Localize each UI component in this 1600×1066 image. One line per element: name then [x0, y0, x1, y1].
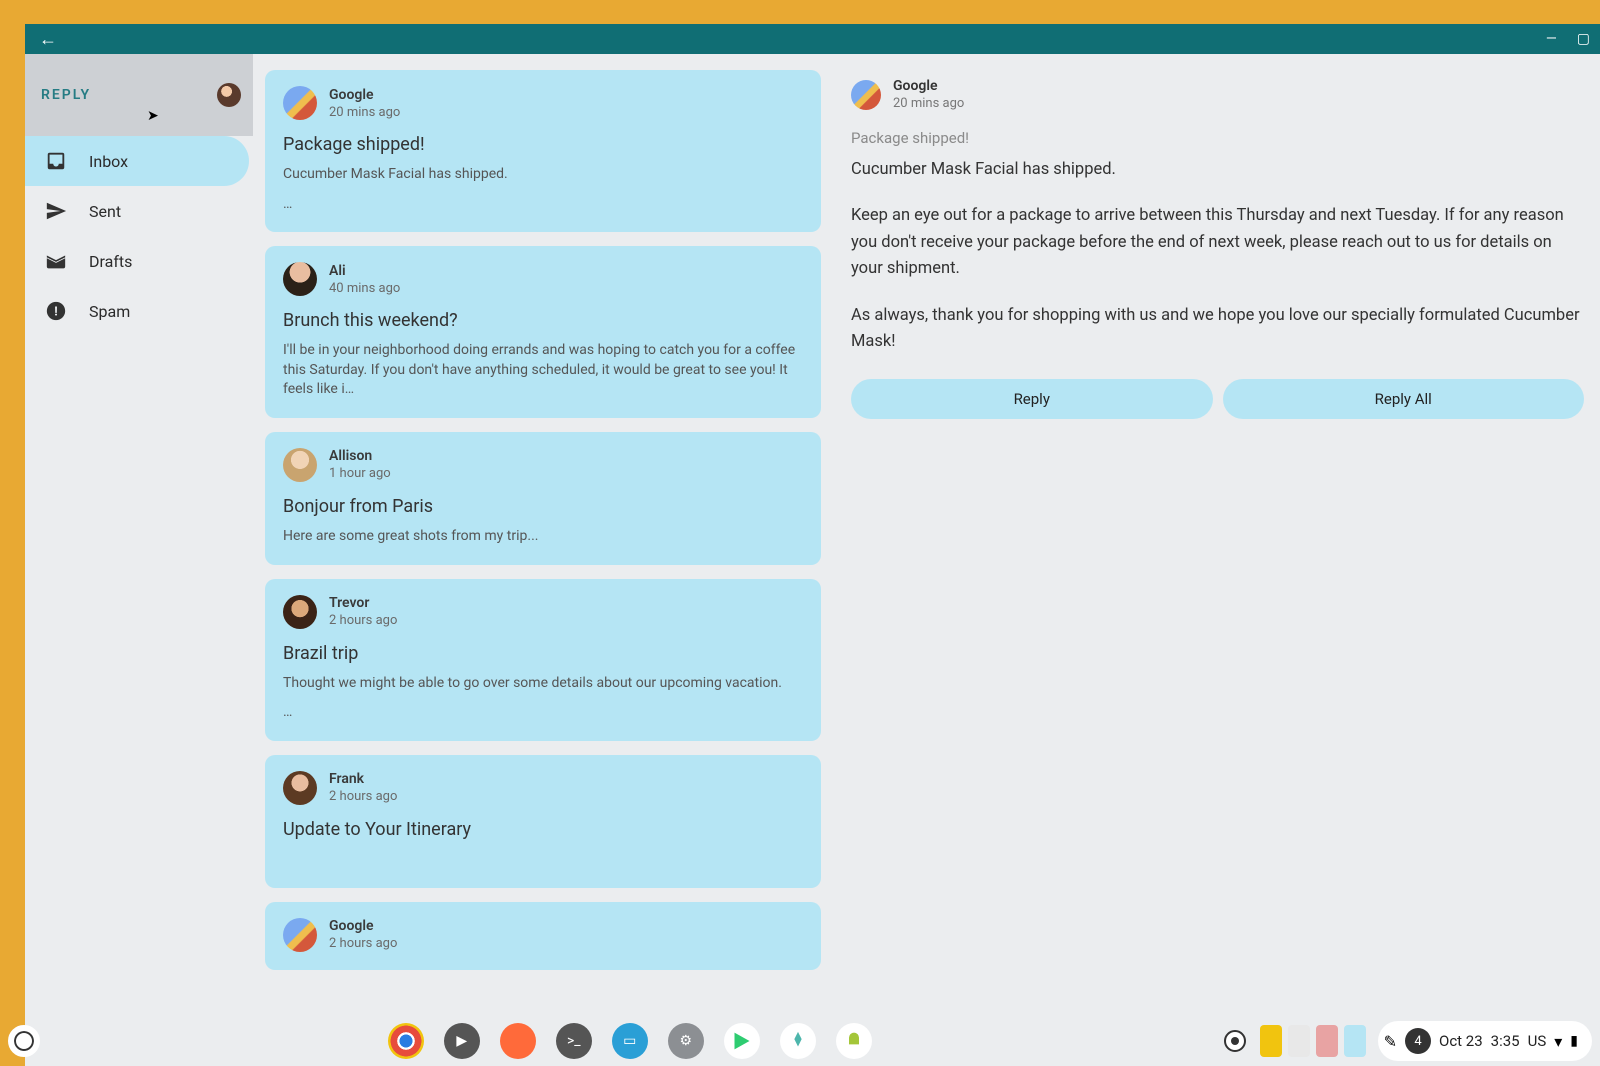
sender-avatar-icon — [283, 86, 317, 120]
message-preview: Cucumber Mask Facial has shipped. — [283, 165, 803, 185]
detail-subject: Package shipped! — [851, 129, 1584, 147]
sidebar-item-label: Drafts — [89, 252, 132, 271]
user-avatar[interactable] — [217, 83, 241, 107]
message-more: … — [283, 703, 803, 723]
app-title: REPLY — [41, 87, 91, 103]
message-preview: Thought we might be able to go over some… — [283, 674, 803, 694]
app-window: ← — ▢ REPLY ➤ Inbox Sent Drafts — [25, 24, 1600, 1066]
detail-body: Cucumber Mask Facial has shipped. Keep a… — [851, 157, 1584, 355]
taskbar-terminal-icon[interactable]: >_ — [556, 1023, 592, 1059]
message-card[interactable]: Google 2 hours ago — [265, 902, 821, 970]
record-icon[interactable] — [1224, 1030, 1246, 1052]
back-arrow-icon[interactable]: ← — [39, 29, 57, 50]
message-subject: Brazil trip — [283, 643, 803, 664]
sender-name: Ali — [329, 263, 400, 279]
svg-text:!: ! — [54, 305, 57, 320]
tray-locale: US — [1528, 1032, 1547, 1050]
detail-avatar-icon — [851, 80, 881, 110]
message-subject: Brunch this weekend? — [283, 310, 803, 331]
sidebar: REPLY ➤ Inbox Sent Drafts ! Spam — [25, 54, 253, 1066]
message-detail: Google 20 mins ago Package shipped! Cucu… — [833, 54, 1600, 1066]
message-time: 20 mins ago — [329, 105, 400, 120]
taskbar-files-icon[interactable]: ▭ — [612, 1023, 648, 1059]
message-card[interactable]: Google 20 mins ago Package shipped! Cucu… — [265, 70, 821, 232]
sender-avatar-icon — [283, 595, 317, 629]
tray-time: 3:35 — [1491, 1032, 1520, 1050]
detail-paragraph: Keep an eye out for a package to arrive … — [851, 203, 1584, 282]
message-card[interactable]: Allison 1 hour ago Bonjour from Paris He… — [265, 432, 821, 565]
window-titlebar: ← — ▢ — [25, 24, 1600, 54]
sidebar-header: REPLY ➤ — [25, 54, 253, 136]
system-tray[interactable]: ✎ 4 Oct 23 3:35 US ▾ ▮ — [1378, 1021, 1592, 1061]
message-card[interactable]: Frank 2 hours ago Update to Your Itinera… — [265, 755, 821, 888]
sidebar-item-label: Sent — [89, 202, 121, 221]
sender-name: Google — [329, 918, 397, 934]
sender-name: Frank — [329, 771, 397, 787]
taskbar: ▶ >_ ▭ ⚙ ✎ 4 Oct 23 3:35 US ▾ ▮ — [0, 1016, 1600, 1066]
message-subject: Update to Your Itinerary — [283, 819, 803, 840]
taskbar-settings-icon[interactable]: ⚙ — [668, 1023, 704, 1059]
sender-avatar-icon — [283, 262, 317, 296]
launcher-button[interactable] — [8, 1025, 40, 1057]
message-list[interactable]: Google 20 mins ago Package shipped! Cucu… — [253, 54, 833, 1066]
sidebar-item-label: Inbox — [89, 152, 128, 171]
taskbar-window-previews[interactable] — [1260, 1025, 1366, 1057]
message-subject: Bonjour from Paris — [283, 496, 803, 517]
taskbar-chrome-icon[interactable] — [388, 1023, 424, 1059]
message-time: 2 hours ago — [329, 789, 397, 804]
message-card[interactable]: Ali 40 mins ago Brunch this weekend? I'l… — [265, 246, 821, 418]
pen-icon[interactable]: ✎ — [1384, 1032, 1397, 1051]
wifi-icon: ▾ — [1554, 1032, 1562, 1051]
reply-button[interactable]: Reply — [851, 379, 1213, 419]
sender-name: Trevor — [329, 595, 397, 611]
message-preview: Here are some great shots from my trip..… — [283, 527, 803, 547]
send-icon — [45, 200, 67, 222]
reply-all-button[interactable]: Reply All — [1223, 379, 1585, 419]
notification-count[interactable]: 4 — [1405, 1028, 1431, 1054]
taskbar-youtube-icon[interactable]: ▶ — [444, 1023, 480, 1059]
sender-name: Google — [329, 87, 400, 103]
message-time: 1 hour ago — [329, 466, 391, 481]
minimize-button[interactable]: — — [1546, 31, 1557, 47]
battery-icon: ▮ — [1570, 1033, 1578, 1049]
sidebar-item-spam[interactable]: ! Spam — [25, 286, 249, 336]
message-time: 2 hours ago — [329, 613, 397, 628]
detail-sender: Google — [893, 78, 964, 94]
inbox-icon — [45, 150, 67, 172]
message-time: 40 mins ago — [329, 281, 400, 296]
message-card[interactable]: Trevor 2 hours ago Brazil trip Thought w… — [265, 579, 821, 741]
sender-avatar-icon — [283, 771, 317, 805]
sidebar-item-drafts[interactable]: Drafts — [25, 236, 249, 286]
detail-paragraph: Cucumber Mask Facial has shipped. — [851, 157, 1584, 183]
mouse-cursor-icon: ➤ — [147, 108, 159, 124]
taskbar-android-studio-icon[interactable] — [780, 1023, 816, 1059]
taskbar-android-icon[interactable] — [836, 1023, 872, 1059]
message-preview: I'll be in your neighborhood doing erran… — [283, 341, 803, 400]
sidebar-item-sent[interactable]: Sent — [25, 186, 249, 236]
detail-paragraph: As always, thank you for shopping with u… — [851, 303, 1584, 356]
maximize-button[interactable]: ▢ — [1577, 31, 1590, 47]
sidebar-item-inbox[interactable]: Inbox — [25, 136, 249, 186]
taskbar-play-store-icon[interactable] — [724, 1023, 760, 1059]
sidebar-item-label: Spam — [89, 302, 130, 321]
drafts-icon — [45, 250, 67, 272]
message-time: 2 hours ago — [329, 936, 397, 951]
detail-time: 20 mins ago — [893, 96, 964, 111]
spam-icon: ! — [45, 300, 67, 322]
sender-avatar-icon — [283, 448, 317, 482]
message-more: … — [283, 195, 803, 215]
sender-avatar-icon — [283, 918, 317, 952]
tray-date: Oct 23 — [1439, 1032, 1483, 1050]
sender-name: Allison — [329, 448, 391, 464]
taskbar-reddit-icon[interactable] — [500, 1023, 536, 1059]
message-subject: Package shipped! — [283, 134, 803, 155]
